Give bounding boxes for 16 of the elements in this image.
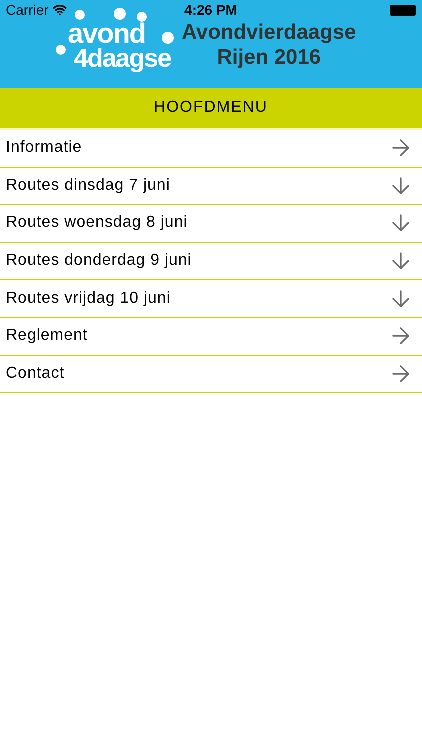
menu-item[interactable]: Routes vrijdag 10 juni (0, 280, 422, 318)
menu-item[interactable]: Contact (0, 356, 422, 394)
status-time: 4:26 PM (184, 0, 238, 20)
menu-item[interactable]: Informatie (0, 130, 422, 168)
menu-item[interactable]: Routes dinsdag 7 juni (0, 168, 422, 206)
app-title: Avondvierdaagse (182, 20, 356, 45)
logo-text: 4daagse (74, 46, 172, 70)
app-title: Rijen 2016 (217, 45, 322, 70)
menu-item[interactable]: Routes woensdag 8 juni (0, 205, 422, 243)
logo-text: avond (68, 22, 146, 46)
menu-item[interactable]: Routes donderdag 9 juni (0, 242, 422, 280)
carrier-label: Carrier (6, 0, 49, 20)
menu-title-bar: HOOFDMENU (0, 88, 422, 128)
wifi-icon (52, 3, 67, 17)
menu-item[interactable]: Reglement (0, 318, 422, 356)
battery-icon (390, 4, 416, 16)
